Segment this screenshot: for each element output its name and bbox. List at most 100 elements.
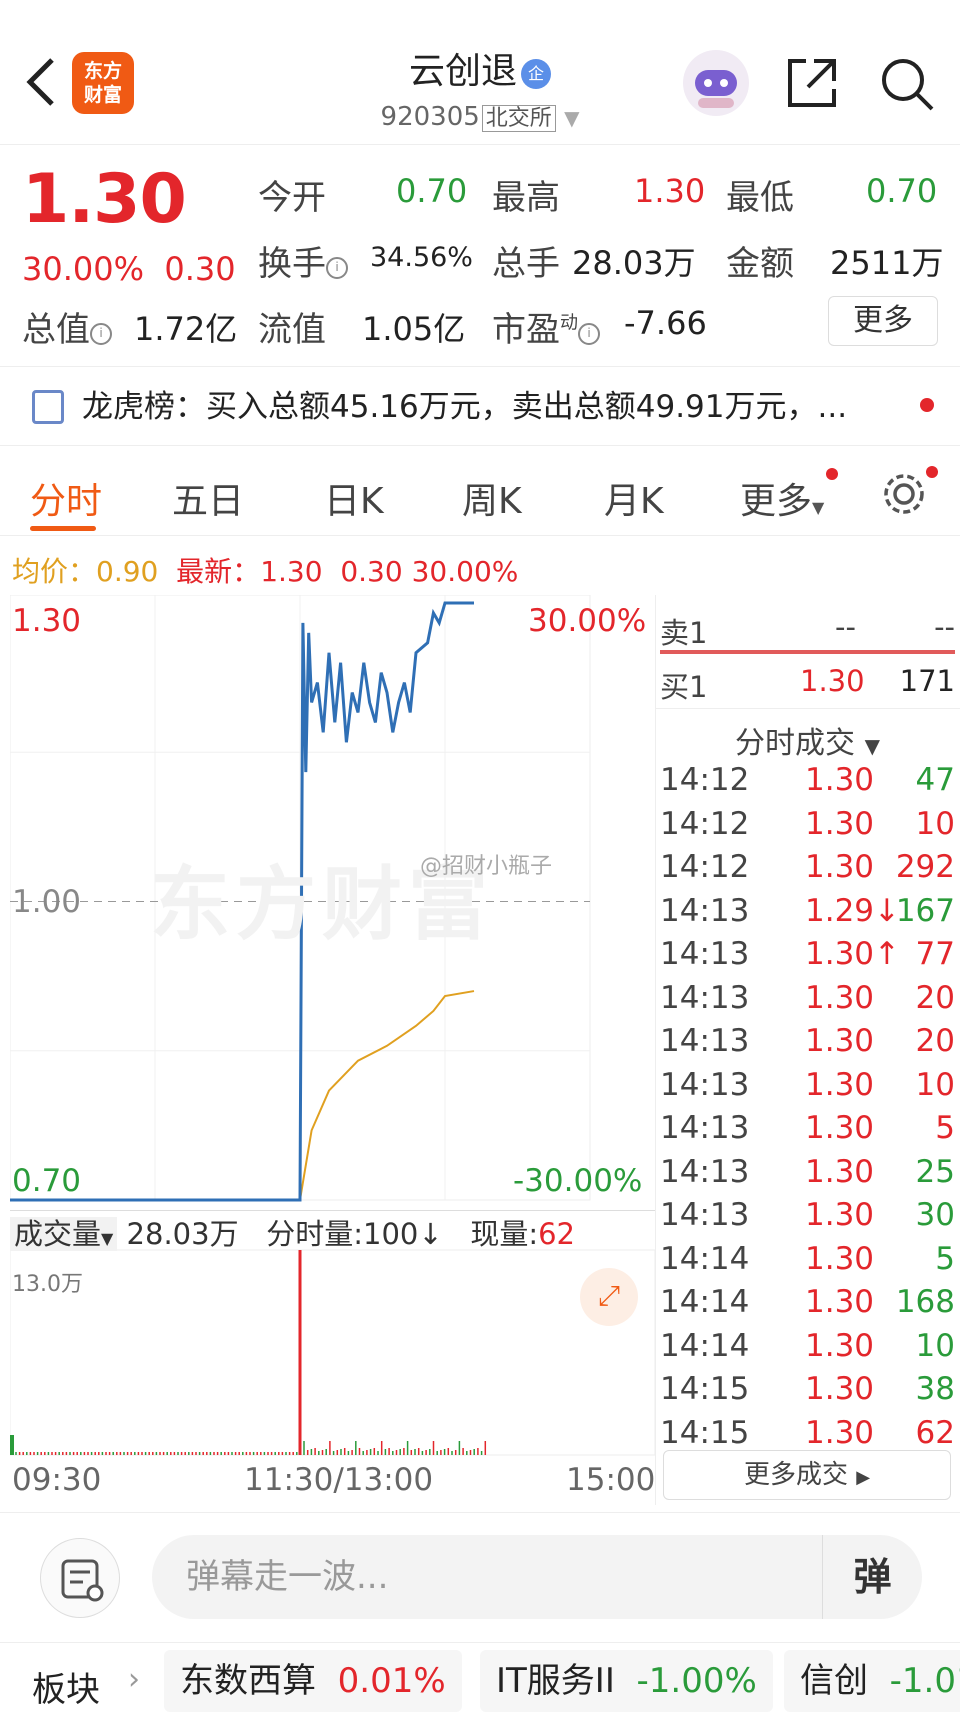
trade-price: 1.30 (805, 1327, 875, 1364)
volume-frame (10, 1249, 655, 1456)
info-icon[interactable]: i (326, 257, 348, 279)
amount-value: 2511万 (830, 244, 944, 282)
tab-more[interactable]: 更多▼ (740, 472, 824, 524)
trade-row: 14:13 1.30 10 (660, 1067, 955, 1111)
trade-time: 14:13 (660, 1066, 750, 1103)
trade-time: 14:14 (660, 1327, 750, 1364)
tab-monthly-k[interactable]: 月K (604, 472, 664, 524)
dropdown-icon[interactable]: ▼ (564, 106, 579, 130)
pct-label-low: -30.00% (513, 1163, 643, 1199)
low-value: 0.70 (866, 172, 938, 210)
trade-volume: 10 (915, 805, 955, 842)
now-volume-value: 62 (538, 1217, 575, 1251)
chart-info-line: 均价：0.90 最新：1.30 0.30 30.00% (12, 555, 519, 588)
divider (655, 708, 960, 709)
trade-time: 14:14 (660, 1240, 750, 1277)
tab-daily-k[interactable]: 日K (324, 472, 384, 524)
trade-time: 14:15 (660, 1371, 750, 1407)
volume-selector[interactable]: 成交量▼ (10, 1217, 118, 1251)
trades-title[interactable]: 分时成交 ▼ (655, 718, 960, 762)
time-start: 09:30 (12, 1462, 102, 1498)
trade-time: 14:13 (660, 936, 750, 972)
trade-price: 1.30 (805, 762, 875, 798)
trade-time: 14:12 (660, 762, 750, 798)
notification-dot (926, 466, 938, 478)
enterprise-badge-icon: 企 (521, 59, 551, 89)
trade-time: 14:14 (660, 1284, 750, 1320)
trade-price: 1.30 (805, 1066, 875, 1103)
notification-dot (826, 468, 838, 480)
document-icon (32, 390, 64, 424)
trade-volume: 10 (915, 1066, 955, 1103)
trade-volume: 10 (915, 1327, 955, 1364)
expand-icon[interactable]: ⤢ (580, 1268, 638, 1326)
danmu-settings-icon[interactable] (40, 1538, 120, 1618)
trade-volume: 47 (915, 762, 955, 798)
info-icon[interactable]: i (90, 323, 112, 345)
mcap-label: 总值 i (22, 302, 112, 351)
trade-row: 14:14 1.30 168 (660, 1284, 955, 1328)
sector-chip[interactable]: 东数西算 0.01% (164, 1650, 462, 1712)
trade-price: 1.30 (805, 1110, 875, 1146)
info-icon[interactable]: i (578, 323, 600, 345)
period-volume: 分时量:100↓ (266, 1217, 443, 1251)
dragon-tiger-banner[interactable]: 龙虎榜：买入总额45.16万元，卖出总额49.91万元，... (0, 366, 960, 446)
trade-time: 14:13 (660, 1153, 750, 1190)
amount-label: 金额 (726, 244, 794, 284)
tab-intraday[interactable]: 分时 (30, 472, 102, 524)
trade-volume: 25 (915, 1153, 955, 1190)
robot-assistant-icon[interactable] (683, 50, 749, 116)
weibo-watermark: @招财小瓶子 (420, 854, 553, 879)
open-label: 今开 (258, 178, 326, 218)
volume-value: 28.03万 (572, 244, 696, 282)
trade-price: 1.30 (805, 979, 875, 1016)
search-icon[interactable] (878, 55, 936, 113)
spread-divider (660, 650, 955, 654)
trade-price: 1.30 (805, 1153, 875, 1190)
share-icon[interactable] (784, 55, 840, 111)
trade-volume: 5 (935, 1240, 955, 1277)
more-button[interactable]: 更多 (828, 296, 938, 346)
intraday-chart[interactable] (10, 595, 655, 1505)
tab-weekly-k[interactable]: 周K (462, 472, 522, 524)
trade-volume: 20 (915, 1023, 955, 1059)
trade-time: 14:13 (660, 892, 750, 929)
sector-label: 板块 (32, 1670, 100, 1710)
danmu-toggle-button[interactable]: 弹 (822, 1535, 922, 1619)
trade-volume: 292 (895, 849, 955, 885)
float-label: 流值 (258, 310, 326, 350)
more-trades-button[interactable]: 更多成交 ▶ (663, 1450, 951, 1500)
trade-row: 14:13 1.30 20 (660, 980, 955, 1024)
sector-chip[interactable]: 信创 -1.01 (784, 1650, 960, 1712)
exchange-tag: 北交所 (481, 105, 556, 132)
trade-price: 1.30 (805, 1414, 875, 1451)
danmu-input[interactable]: 弹幕走一波... (152, 1535, 922, 1619)
trade-volume: 20 (915, 979, 955, 1016)
trade-price: 1.30 (805, 1197, 875, 1233)
volume-header: 成交量▼ 28.03万 分时量:100↓ 现量:62 (10, 1210, 655, 1258)
tab-five-day[interactable]: 五日 (172, 472, 244, 524)
trade-volume: 38 (915, 1371, 955, 1407)
trade-row: 14:15 1.30 38 (660, 1371, 955, 1415)
trade-row: 14:13 1.30 30 (660, 1197, 955, 1241)
trade-volume: 62 (915, 1414, 955, 1451)
pe-label: 市盈动 i (492, 302, 600, 351)
trade-row: 14:14 1.30 10 (660, 1328, 955, 1372)
settings-gear-icon[interactable] (880, 470, 928, 518)
trade-row: 14:13 1.30 20 (660, 1023, 955, 1067)
trade-time: 14:13 (660, 1110, 750, 1146)
trade-time: 14:15 (660, 1414, 750, 1451)
sector-chip[interactable]: IT服务II -1.00% (480, 1650, 773, 1712)
price-change: 30.00% 0.30 (22, 250, 236, 288)
chevron-right-icon[interactable]: › (128, 1662, 140, 1697)
turnover-label: 换手 i (258, 236, 348, 285)
trade-price: 1.30 (805, 805, 875, 842)
trade-row: 14:12 1.30 10 (660, 806, 955, 850)
trade-volume: 168 (895, 1284, 955, 1320)
notification-dot (920, 398, 934, 412)
last-price: 1.30 (22, 160, 187, 239)
trade-price: 1.30 (805, 849, 875, 885)
pe-value: -7.66 (624, 304, 707, 342)
volume-total: 28.03万 (126, 1217, 239, 1251)
y-label-ref: 1.00 (12, 884, 82, 920)
